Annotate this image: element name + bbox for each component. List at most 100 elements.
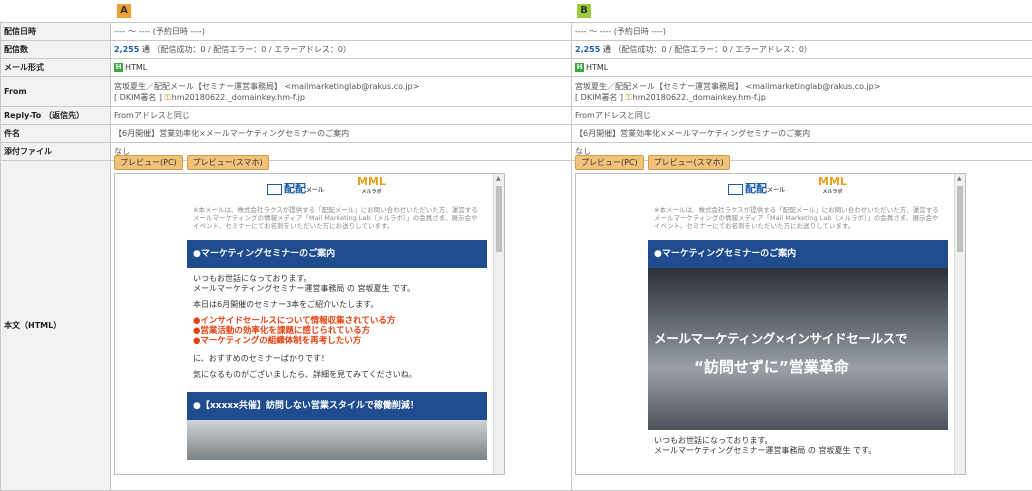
logo1-text: 配配 — [745, 182, 767, 195]
a-count-detail: （配信成功：0 / 配信エラー：0 / エラーアドレス：0） — [152, 45, 351, 54]
a-preview-sp-button[interactable]: プレビュー(スマホ) — [187, 155, 269, 170]
logo1-text: 配配 — [284, 182, 306, 195]
logo2-small: メルラボ — [818, 187, 847, 197]
bullet-2: ●営業活動の効率化を課題に感じられている方 — [193, 326, 481, 336]
a-delivery-count: 2,255 通 （配信成功：0 / 配信エラー：0 / エラーアドレス：0） — [111, 41, 572, 59]
a-count-number[interactable]: 2,255 — [114, 45, 139, 54]
b-count-number[interactable]: 2,255 — [575, 45, 600, 54]
mail-body-text-b: いつもお世話になっております。メールマーケティングセミナー運営事務局 の 宮坂夏… — [648, 430, 948, 456]
scroll-thumb[interactable] — [957, 186, 963, 252]
b-format-text: HTML — [586, 63, 608, 72]
b-preview-sp-button[interactable]: プレビュー(スマホ) — [648, 155, 730, 170]
scroll-up-icon[interactable]: ▲ — [496, 175, 501, 182]
b-scrollbar[interactable]: ▲ — [954, 174, 965, 474]
recommendation: に、おすすめのセミナーばかりです！ — [193, 354, 481, 364]
b-from-line2: [ DKIM署名 ] ⚿hm20180622._domainkey.hm-f.j… — [575, 92, 1029, 103]
scroll-up-icon[interactable]: ▲ — [957, 175, 962, 182]
key-icon: ⚿ — [165, 93, 171, 102]
a-delivery-datetime: ---- 〜 ---- (予約日時 ----) — [111, 23, 572, 41]
b-html-preview-frame[interactable]: 配配メール MMLメルラボ ※本メールは、株式会社ラクスが提供する「配配メール」… — [575, 173, 966, 475]
row-delivery-count: 配信数 2,255 通 （配信成功：0 / 配信エラー：0 / エラーアドレス：… — [1, 41, 1032, 59]
b-from: 宮坂夏生／配配メール【セミナー運営事務局】 <mailmarketinglab@… — [572, 77, 1032, 107]
a-scrollbar[interactable]: ▲ — [493, 174, 504, 474]
b-preview-pc-button[interactable]: プレビュー(PC) — [575, 155, 644, 170]
row-delivery-datetime: 配信日時 ---- 〜 ---- (予約日時 ----) ---- 〜 ----… — [1, 23, 1032, 41]
a-dkim-label: [ DKIM署名 ] — [114, 93, 162, 102]
bullet-3: ●マーケティングの組織体制を再考したい方 — [193, 336, 481, 346]
greeting: いつもお世話になっております。メールマーケティングセミナー運営事務局 の 宮坂夏… — [193, 274, 481, 294]
mail-body-text: いつもお世話になっております。メールマーケティングセミナー運営事務局 の 宮坂夏… — [187, 268, 487, 380]
label-delivery-datetime: 配信日時 — [1, 23, 111, 41]
b-dkim-value: hm20180622._domainkey.hm-f.jp — [633, 93, 766, 102]
variant-header: A B — [0, 0, 1032, 22]
b-subject: 【6月開催】営業効率化×メールマーケティングセミナーのご案内 — [572, 125, 1032, 143]
banner-line-2: “訪問せずに”営業革命 — [694, 356, 849, 377]
b-count-unit: 通 — [603, 45, 611, 54]
bullet-1: ●インサイドセールスについて情報収集されている方 — [193, 316, 481, 326]
b-dkim-label: [ DKIM署名 ] — [575, 93, 623, 102]
mail-logos: 配配メール MMLメルラボ — [187, 174, 487, 200]
envelope-icon — [728, 184, 743, 195]
b-mail-format: HHTML — [572, 59, 1032, 77]
greeting-line2: メールマーケティングセミナー運営事務局 の 宮坂夏生 です。 — [193, 284, 415, 293]
logo2-small: メルラボ — [357, 187, 386, 197]
label-delivery-count: 配信数 — [1, 41, 111, 59]
label-from: From — [1, 77, 111, 107]
mail-heading: ●マーケティングセミナーのご案内 — [648, 240, 948, 268]
a-from-line1: 宮坂夏生／配配メール【セミナー運営事務局】 <mailmarketinglab@… — [114, 81, 568, 92]
a-from-line2: [ DKIM署名 ] ⚿hm20180622._domainkey.hm-f.j… — [114, 92, 568, 103]
intro: 本日は6月開催のセミナー3本をご紹介いたします。 — [193, 300, 481, 310]
html-format-icon: H — [114, 63, 123, 72]
greeting-line2: メールマーケティングセミナー運営事務局 の 宮坂夏生 です。 — [654, 446, 876, 455]
mml-logo: MMLメルラボ — [357, 177, 386, 197]
a-dkim-value: hm20180622._domainkey.hm-f.jp — [172, 93, 305, 102]
row-from: From 宮坂夏生／配配メール【セミナー運営事務局】 <mailmarketin… — [1, 77, 1032, 107]
label-attachment: 添付ファイル — [1, 143, 111, 161]
b-reply-to: Fromアドレスと同じ — [572, 107, 1032, 125]
scroll-thumb[interactable] — [496, 186, 502, 252]
variant-b-badge: B — [577, 4, 591, 18]
label-subject: 件名 — [1, 125, 111, 143]
a-mail-content: 配配メール MMLメルラボ ※本メールは、株式会社ラクスが提供する「配配メール」… — [187, 174, 487, 474]
label-mail-format: メール形式 — [1, 59, 111, 77]
mml-logo: MMLメルラボ — [818, 177, 847, 197]
seminar-photo — [187, 420, 487, 460]
greeting-line1: いつもお世話になっております。 — [654, 436, 773, 445]
a-html-preview-frame[interactable]: 配配メール MMLメルラボ ※本メールは、株式会社ラクスが提供する「配配メール」… — [114, 173, 505, 475]
a-from: 宮坂夏生／配配メール【セミナー運営事務局】 <mailmarketinglab@… — [111, 77, 572, 107]
envelope-icon — [267, 184, 282, 195]
greeting-line1: いつもお世話になっております。 — [193, 274, 312, 283]
seminar-banner-image: メールマーケティング×インサイドセールスで “訪問せずに”営業革命 — [648, 268, 948, 430]
variant-a-badge: A — [117, 4, 131, 18]
b-count-detail: （配信成功：0 / 配信エラー：0 / エラーアドレス：0） — [613, 45, 812, 54]
b-from-line1: 宮坂夏生／配配メール【セミナー運営事務局】 <mailmarketinglab@… — [575, 81, 1029, 92]
mail-heading: ●マーケティングセミナーのご案内 — [187, 240, 487, 268]
key-icon: ⚿ — [626, 93, 632, 102]
row-mail-format: メール形式 HHTML HHTML — [1, 59, 1032, 77]
mail-logos: 配配メール MMLメルラボ — [648, 174, 948, 200]
mail-notice: ※本メールは、株式会社ラクスが提供する「配配メール」にお問い合わせいただいた方、… — [648, 200, 948, 240]
a-mail-format: HHTML — [111, 59, 572, 77]
a-subject: 【6月開催】営業効率化×メールマーケティングセミナーのご案内 — [111, 125, 572, 143]
b-mail-content: 配配メール MMLメルラボ ※本メールは、株式会社ラクスが提供する「配配メール」… — [648, 174, 948, 474]
label-reply-to: Reply-To （返信先） — [1, 107, 111, 125]
a-format-text: HTML — [125, 63, 147, 72]
mail-heading-2: ●【xxxxx共催】訪問しない営業スタイルで稼働削減！ — [187, 392, 487, 420]
b-delivery-count: 2,255 通 （配信成功：0 / 配信エラー：0 / エラーアドレス：0） — [572, 41, 1032, 59]
a-reply-to: Fromアドレスと同じ — [111, 107, 572, 125]
logo1-small: メール — [306, 187, 324, 194]
logo1-small: メール — [767, 187, 785, 194]
a-preview-pc-button[interactable]: プレビュー(PC) — [114, 155, 183, 170]
html-format-icon: H — [575, 63, 584, 72]
mail-notice: ※本メールは、株式会社ラクスが提供する「配配メール」にお問い合わせいただいた方、… — [187, 200, 487, 240]
a-preview-buttons: プレビュー(PC) プレビュー(スマホ) — [114, 155, 273, 170]
row-subject: 件名 【6月開催】営業効率化×メールマーケティングセミナーのご案内 【6月開催】… — [1, 125, 1032, 143]
a-count-unit: 通 — [142, 45, 150, 54]
label-body: 本文（HTML） — [1, 161, 111, 491]
haihai-mail-logo: 配配メール — [267, 180, 324, 196]
haihai-mail-logo: 配配メール — [728, 180, 785, 196]
b-delivery-datetime: ---- 〜 ---- (予約日時 ----) — [572, 23, 1032, 41]
row-reply-to: Reply-To （返信先） Fromアドレスと同じ Fromアドレスと同じ — [1, 107, 1032, 125]
b-preview-buttons: プレビュー(PC) プレビュー(スマホ) — [575, 155, 734, 170]
closing: 気になるものがございましたら、詳細を見てみてくださいね。 — [193, 370, 481, 380]
